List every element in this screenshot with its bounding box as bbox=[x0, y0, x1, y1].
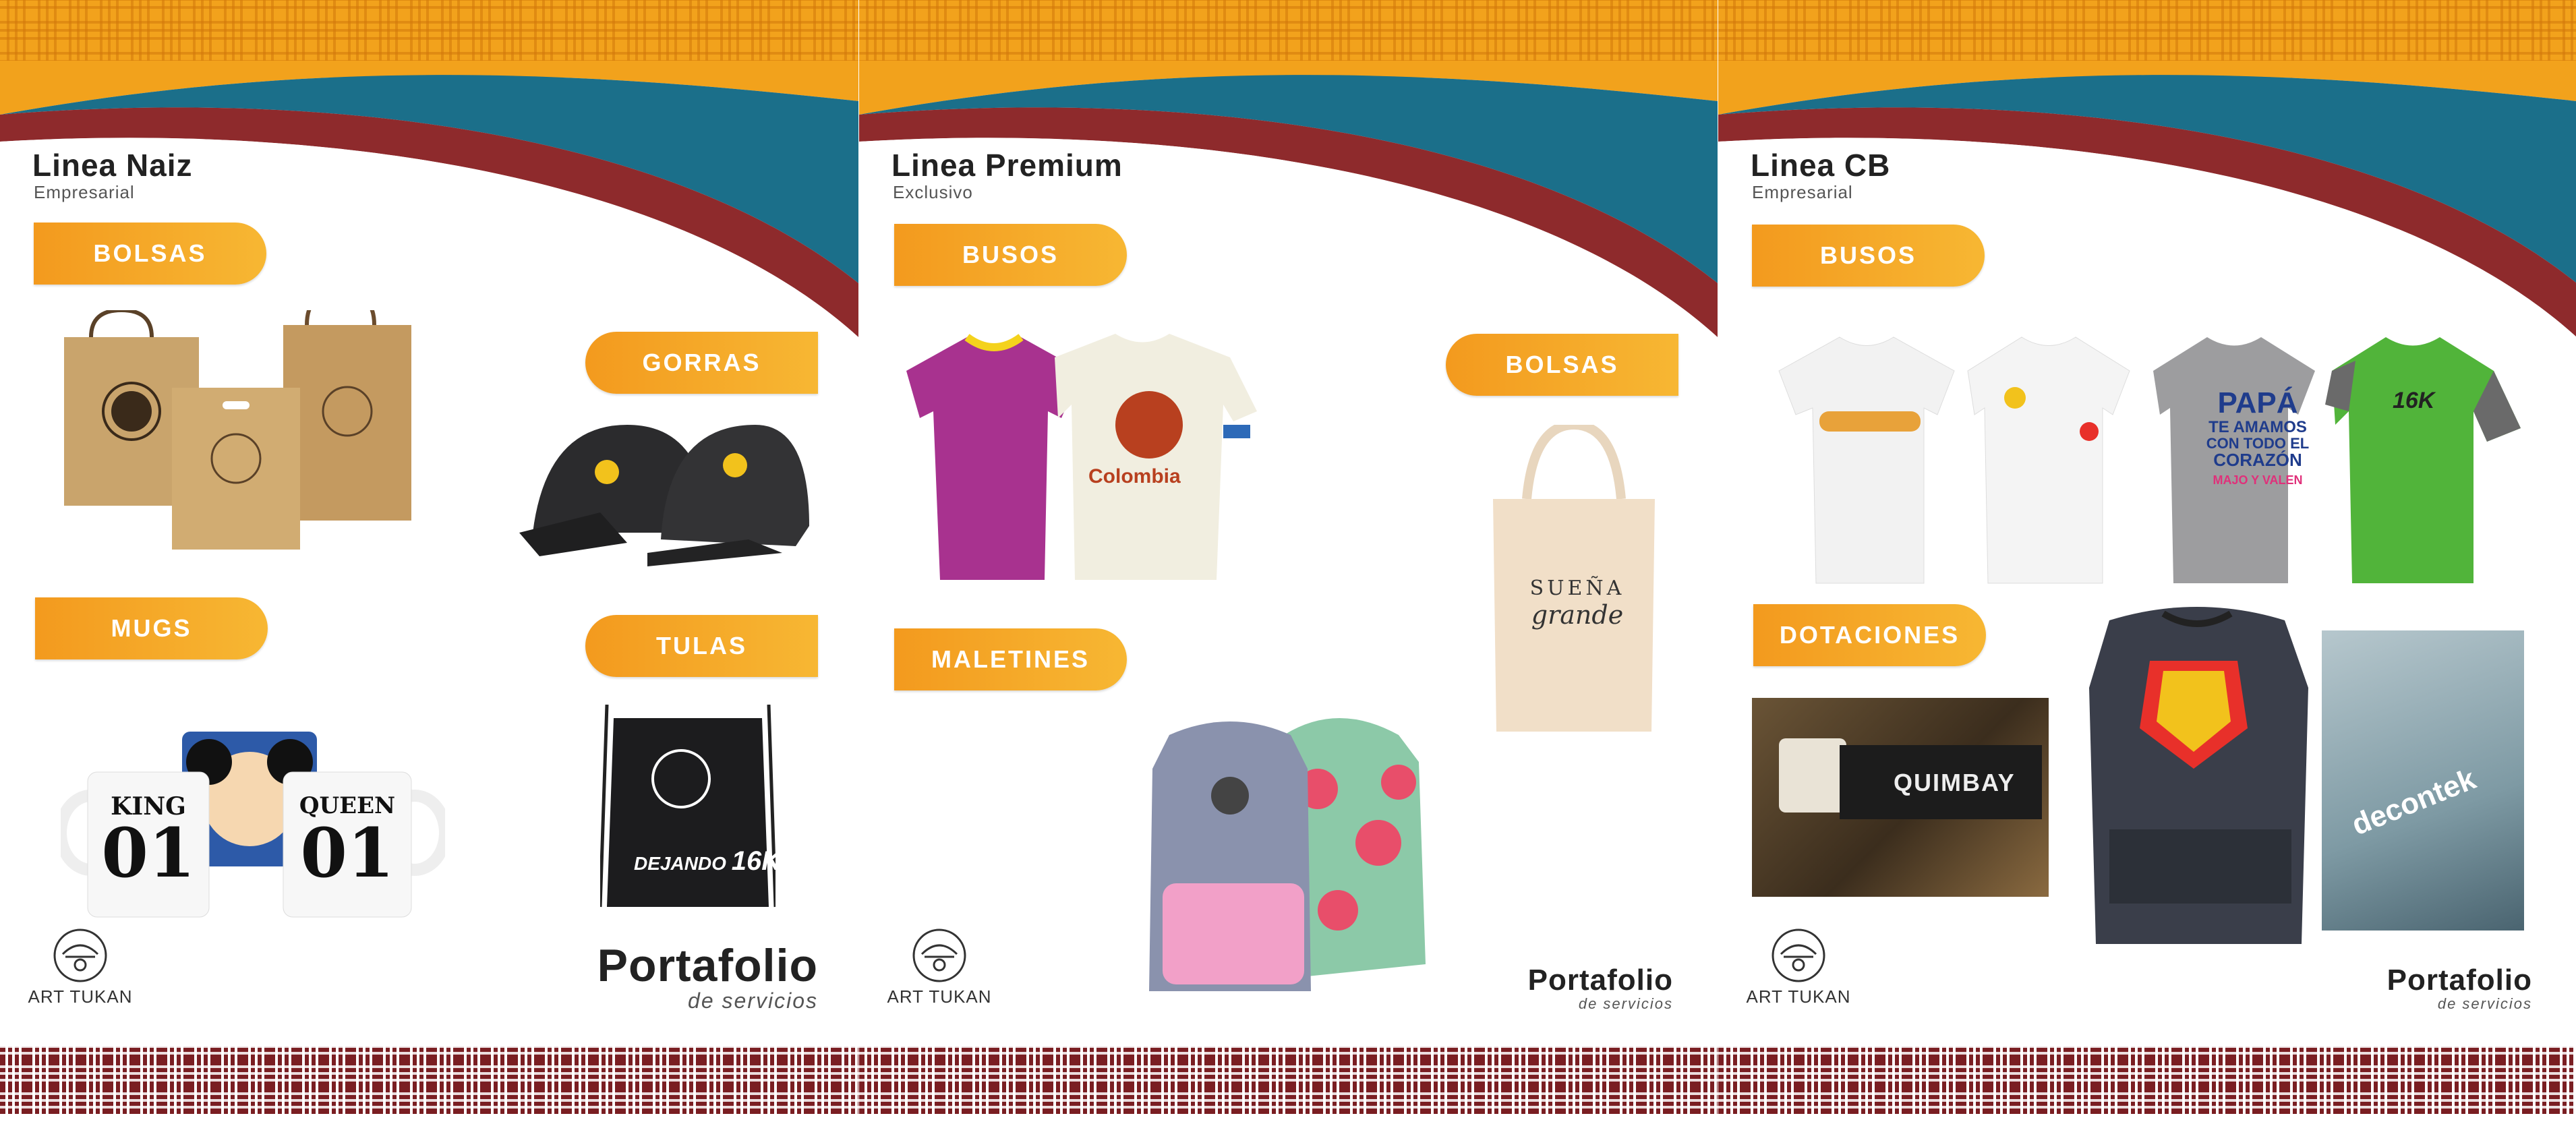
shirt-papa-line4: CORAZÓN bbox=[2213, 450, 2302, 471]
polo-brand-text: decontek bbox=[2347, 762, 2481, 842]
polo-shirt-photo: decontek bbox=[2322, 630, 2524, 931]
tukan-logo-icon bbox=[53, 928, 107, 982]
line-subtitle: Empresarial bbox=[34, 182, 135, 202]
paper-bags-image bbox=[64, 310, 411, 550]
decorative-waves bbox=[0, 61, 858, 351]
workshop-photo: QUIMBAY bbox=[1752, 698, 2049, 897]
tukan-logo-icon bbox=[1772, 928, 1825, 982]
tshirts-image bbox=[906, 334, 1257, 580]
category-pill-mugs: MUGS bbox=[35, 597, 268, 659]
decorative-waves bbox=[859, 61, 1718, 351]
mug-queen-number: 01 bbox=[300, 813, 394, 893]
tote-text-line2: grande bbox=[1531, 600, 1624, 630]
line-title: Linea Premium bbox=[891, 148, 1123, 183]
drawstring-bag-image bbox=[600, 705, 775, 908]
tshirts-image bbox=[1778, 336, 2521, 584]
bottom-pattern-band bbox=[0, 1046, 858, 1114]
shirt-papa-line2: TE AMAMOS bbox=[2208, 418, 2307, 437]
line-title: Linea CB bbox=[1751, 148, 1891, 183]
mug-king-number: 01 bbox=[101, 813, 196, 893]
art-tukan-logo: ART TUKAN bbox=[882, 927, 997, 1007]
backpacks-image bbox=[1149, 718, 1426, 991]
shirt-colombia-text: Colombia bbox=[1088, 465, 1181, 488]
panel-linea-premium: Linea Premium Exclusivo BUSOS BOLSAS MAL… bbox=[859, 0, 1718, 1122]
portfolio-subtitle: de servicios bbox=[2437, 995, 2532, 1012]
line-subtitle: Empresarial bbox=[1752, 182, 1853, 202]
portfolio-title: Portafolio bbox=[1527, 964, 1673, 997]
line-title: Linea Naiz bbox=[32, 148, 193, 183]
art-tukan-logo: ART TUKAN bbox=[1741, 927, 1856, 1007]
portfolio-label: Portafolio de servicios bbox=[1528, 966, 1673, 1013]
line-subtitle: Exclusivo bbox=[893, 182, 973, 202]
panel-linea-cb: Linea CB Empresarial BUSOS DOTACIONES PA… bbox=[1718, 0, 2576, 1122]
category-pill-busos: BUSOS bbox=[894, 224, 1127, 286]
portfolio-title: Portafolio bbox=[597, 940, 818, 991]
tukan-logo-icon bbox=[912, 928, 966, 982]
panel-linea-naiz: Linea Naiz Empresarial BOLSAS GORRAS MUG… bbox=[0, 0, 858, 1122]
portfolio-subtitle: de servicios bbox=[1578, 995, 1673, 1012]
tote-text-line1: SUEÑA bbox=[1529, 577, 1625, 600]
decorative-waves bbox=[1718, 61, 2576, 351]
shirt-papa-line3: CON TODO EL bbox=[2206, 435, 2310, 452]
portfolio-subtitle: de servicios bbox=[688, 988, 818, 1013]
category-pill-gorras: GORRAS bbox=[585, 332, 818, 394]
category-pill-tulas: TULAS bbox=[585, 615, 818, 677]
portfolio-label: Portafolio de servicios bbox=[597, 943, 818, 1013]
logo-text: ART TUKAN bbox=[28, 986, 133, 1007]
bottom-pattern-band bbox=[1718, 1046, 2576, 1114]
category-pill-bolsas: BOLSAS bbox=[34, 223, 266, 285]
shirt-16k-print: 16K bbox=[2393, 388, 2435, 413]
tula-print-text: DEJANDO 16K bbox=[634, 846, 782, 876]
shirt-papa-line1: PAPÁ bbox=[2217, 386, 2298, 419]
portfolio-title: Portafolio bbox=[2387, 964, 2532, 997]
bottom-pattern-band bbox=[859, 1046, 1718, 1114]
category-pill-dotaciones: DOTACIONES bbox=[1753, 604, 1986, 666]
category-pill-busos: BUSOS bbox=[1752, 225, 1985, 287]
safety-vest-image bbox=[2089, 607, 2308, 944]
art-tukan-logo: ART TUKAN bbox=[23, 927, 138, 1007]
logo-text: ART TUKAN bbox=[1746, 986, 1851, 1007]
caps-image bbox=[519, 425, 809, 566]
shirt-papa-line5: MAJO Y VALEN bbox=[2213, 473, 2303, 487]
portfolio-spread: Linea Naiz Empresarial BOLSAS GORRAS MUG… bbox=[0, 0, 2576, 1122]
category-pill-maletines: MALETINES bbox=[894, 628, 1127, 690]
photo-brand-text: QUIMBAY bbox=[1894, 769, 2016, 796]
category-pill-bolsas: BOLSAS bbox=[1446, 334, 1678, 396]
logo-text: ART TUKAN bbox=[887, 986, 992, 1007]
portfolio-label: Portafolio de servicios bbox=[2387, 966, 2532, 1013]
shirt-papa-print: PAPÁ TE AMAMOS CON TODO EL CORAZÓN MAJO … bbox=[2190, 386, 2325, 487]
